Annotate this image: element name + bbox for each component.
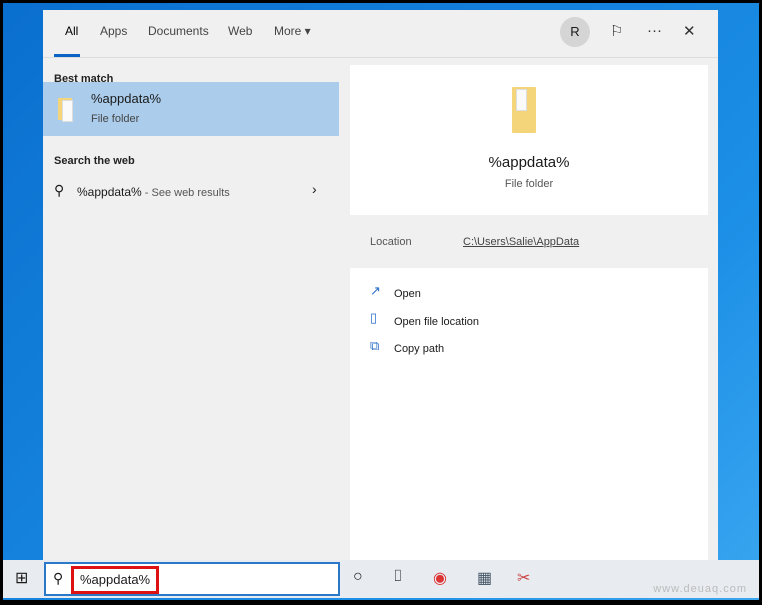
location-row: Location C:\Users\Salie\AppData [350, 216, 708, 266]
file-location-icon: ▯ [370, 310, 378, 325]
chrome-icon[interactable]: ◉ [433, 568, 447, 588]
folder-large-icon [512, 87, 536, 133]
preview-header: %appdata% File folder [350, 65, 708, 215]
web-query-text: %appdata% [77, 185, 142, 199]
search-icon: ⚲ [54, 182, 65, 198]
avatar[interactable]: R [560, 17, 590, 47]
tab-more[interactable]: More ▾ [274, 24, 311, 38]
location-link[interactable]: C:\Users\Salie\AppData [463, 236, 579, 248]
active-tab-indicator [54, 54, 80, 57]
search-icon: ⚲ [53, 570, 64, 586]
tab-bar: All Apps Documents Web More ▾ R ⚐ ··· ✕ [43, 10, 718, 58]
web-query: %appdata% - See web results [77, 185, 230, 199]
taskbar: ⊞ ⚲ %appdata% ○ ⌷ ◉ ▦ ✂ www.deuaq.com [3, 560, 759, 598]
actions-card: ↗ Open ▯ Open file location ⧉ Copy path [350, 268, 708, 560]
watermark: www.deuaq.com [653, 583, 747, 595]
preview-pane: %appdata% File folder Location C:\Users\… [350, 65, 708, 560]
best-match-subtitle: File folder [91, 113, 140, 125]
chevron-right-icon[interactable]: › [312, 181, 317, 197]
action-copy-path[interactable]: Copy path [394, 343, 444, 355]
close-icon[interactable]: ✕ [683, 22, 696, 40]
search-input[interactable]: %appdata% [71, 566, 159, 594]
search-web-header: Search the web [54, 155, 135, 167]
preview-subtitle: File folder [504, 178, 554, 190]
best-match-item[interactable]: %appdata% File folder [43, 82, 339, 136]
web-suffix: - See web results [141, 187, 230, 199]
snipping-tool-icon[interactable]: ✂ [517, 568, 530, 588]
windows-start-icon[interactable]: ⊞ [15, 568, 28, 588]
open-icon: ↗ [370, 283, 381, 298]
search-window: All Apps Documents Web More ▾ R ⚐ ··· ✕ … [43, 10, 718, 560]
tab-documents[interactable]: Documents [148, 24, 209, 38]
preview-title: %appdata% [488, 154, 570, 171]
action-open-file-location[interactable]: Open file location [394, 316, 479, 328]
best-match-title: %appdata% [91, 91, 162, 106]
copy-icon: ⧉ [370, 338, 380, 353]
folder-icon [58, 98, 73, 122]
task-view-icon[interactable]: ⌷ [393, 568, 403, 586]
feedback-icon[interactable]: ⚐ [610, 22, 623, 40]
more-options-icon[interactable]: ··· [647, 22, 662, 39]
action-open[interactable]: Open [394, 288, 421, 300]
taskbar-search-box[interactable]: ⚲ %appdata% [44, 562, 340, 596]
tab-web[interactable]: Web [228, 24, 252, 38]
web-result-item[interactable]: ⚲ %appdata% - See web results › [43, 174, 339, 208]
cortana-icon[interactable]: ○ [353, 568, 363, 586]
tab-all[interactable]: All [65, 24, 78, 38]
calculator-icon[interactable]: ▦ [477, 568, 492, 588]
location-label: Location [370, 236, 412, 248]
tab-apps[interactable]: Apps [100, 24, 127, 38]
